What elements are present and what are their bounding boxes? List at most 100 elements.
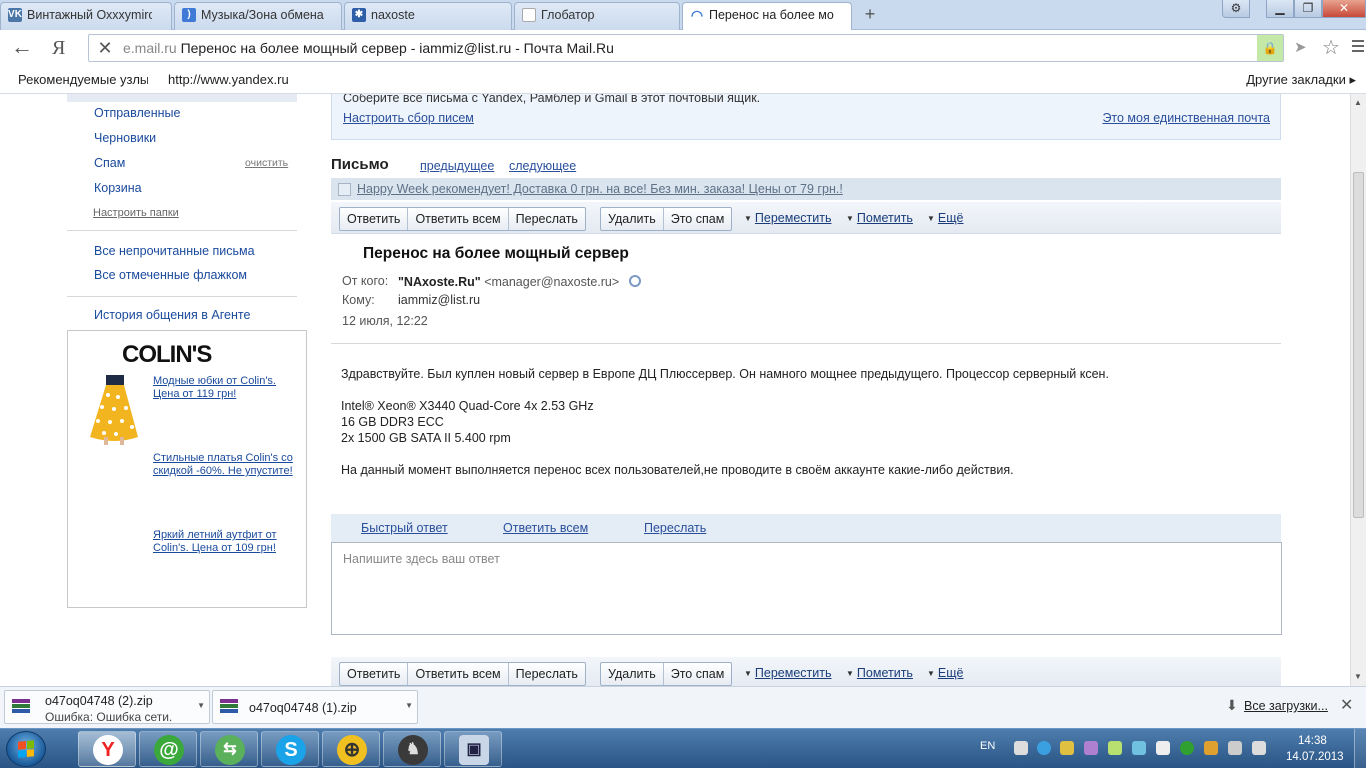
tray-app-icon[interactable] bbox=[1060, 741, 1074, 755]
browser-tab-active[interactable]: ◠ Перенос на более мо bbox=[682, 2, 852, 31]
setup-collector-link[interactable]: Настроить сбор писем bbox=[343, 111, 474, 125]
clean-spam-link[interactable]: очистить bbox=[245, 157, 288, 169]
tray-note-icon[interactable] bbox=[1108, 741, 1122, 755]
settings-gear-icon[interactable]: ⚙ bbox=[1222, 0, 1250, 18]
scroll-up-icon[interactable]: ▲ bbox=[1354, 98, 1362, 107]
bookmark-yandex[interactable]: http://www.yandex.ru bbox=[168, 72, 298, 87]
chevron-down-icon[interactable]: ▼ bbox=[197, 701, 205, 710]
scroll-thumb[interactable] bbox=[1353, 172, 1364, 518]
mark-dropdown[interactable]: ▼ Пометить bbox=[846, 666, 913, 680]
clock-time[interactable]: 14:38 bbox=[1298, 735, 1327, 747]
setup-folders-link[interactable]: Настроить папки bbox=[93, 207, 179, 219]
agent-history-link[interactable]: История общения в Агенте bbox=[94, 308, 250, 322]
reply-button[interactable]: Ответить bbox=[340, 208, 409, 230]
sidebar-item-trash[interactable]: Корзина bbox=[94, 181, 142, 195]
browser-tab-2[interactable]: ) Музыка/Зона обмена bbox=[174, 2, 342, 30]
tray-network-icon[interactable] bbox=[1228, 741, 1242, 755]
taskbar-yandex-browser[interactable]: Y bbox=[78, 731, 136, 767]
tab-strip: VK Винтажный Охххуmiro ) Музыка/Зона обм… bbox=[0, 0, 1366, 31]
taskbar-game[interactable]: ♞ bbox=[383, 731, 441, 767]
spam-button[interactable]: Это спам bbox=[664, 208, 732, 230]
maximize-button[interactable]: ❐ bbox=[1294, 0, 1322, 18]
language-indicator[interactable]: EN bbox=[980, 740, 995, 752]
tray-tool-icon[interactable] bbox=[1132, 741, 1146, 755]
browser-menu-icon[interactable] bbox=[1352, 40, 1364, 52]
taskbar-network-app[interactable]: ⇆ bbox=[200, 731, 258, 767]
sidebar-item-drafts[interactable]: Черновики bbox=[94, 131, 156, 145]
sidebar-item-sent[interactable]: Отправленные bbox=[94, 106, 180, 120]
stop-loading-icon[interactable]: ✕ bbox=[95, 37, 115, 59]
tray-sync-icon[interactable] bbox=[1204, 741, 1218, 755]
sidebar-item-spam[interactable]: Спам bbox=[94, 156, 125, 170]
reply-all-button[interactable]: Ответить всем bbox=[408, 663, 509, 685]
delete-button[interactable]: Удалить bbox=[601, 208, 664, 230]
more-dropdown[interactable]: ▼ Ещё bbox=[927, 666, 964, 680]
clock-date[interactable]: 14.07.2013 bbox=[1286, 751, 1344, 763]
new-tab-button[interactable]: + bbox=[860, 3, 880, 25]
sender-name[interactable]: "NAxoste.Ru" bbox=[398, 275, 481, 289]
move-dropdown[interactable]: ▼ Переместить bbox=[744, 211, 832, 225]
other-bookmarks[interactable]: Другие закладки ▸ bbox=[1246, 72, 1356, 88]
close-icon[interactable]: ✕ bbox=[1340, 695, 1353, 715]
tray-agent-icon[interactable] bbox=[1180, 741, 1194, 755]
minimize-button[interactable]: ▁ bbox=[1266, 0, 1294, 18]
ad-link-dresses[interactable]: Стильные платья Colin's со скидкой -60%.… bbox=[153, 452, 298, 478]
all-flagged-link[interactable]: Все отмеченные флажком bbox=[94, 268, 247, 282]
download-item[interactable]: o47oq04748 (2).zip Ошибка: Ошибка сети. … bbox=[4, 690, 210, 724]
page-scrollbar[interactable]: ▲ ▼ bbox=[1350, 94, 1366, 686]
taskbar-computer[interactable]: ▣ bbox=[444, 731, 502, 767]
bookmark-recommended[interactable]: Рекомендуемые узлы bbox=[18, 72, 148, 87]
tray-globe-icon[interactable] bbox=[1037, 741, 1051, 755]
all-unread-link[interactable]: Все непрочитанные письма bbox=[94, 244, 255, 258]
quick-reply-all-tab[interactable]: Ответить всем bbox=[503, 521, 588, 535]
ad-link-outfit[interactable]: Яркий летний аутфит от Colin's. Цена от … bbox=[153, 529, 298, 555]
close-window-button[interactable]: ✕ bbox=[1322, 0, 1366, 18]
forward-button[interactable]: Переслать bbox=[509, 208, 585, 230]
tray-volume-icon[interactable] bbox=[1252, 741, 1266, 755]
previous-letter-link[interactable]: предыдущее bbox=[420, 159, 494, 173]
scroll-down-icon[interactable]: ▼ bbox=[1354, 672, 1362, 681]
ad-brand-logo[interactable]: COLIN'S bbox=[122, 341, 212, 369]
tray-pen-icon[interactable] bbox=[1084, 741, 1098, 755]
taskbar-skype[interactable]: S bbox=[261, 731, 319, 767]
start-button[interactable] bbox=[6, 731, 46, 767]
lock-icon[interactable]: 🔒 bbox=[1257, 35, 1283, 61]
quick-reply-textarea[interactable]: Напишите здесь ваш ответ bbox=[331, 542, 1282, 635]
forward-button[interactable]: Переслать bbox=[509, 663, 585, 685]
send-arrow-icon[interactable]: ➤ bbox=[1294, 38, 1307, 56]
only-mail-link[interactable]: Это моя единственная почта bbox=[1102, 111, 1270, 125]
address-bar[interactable]: ✕ e.mail.ru Перенос на более мощный серв… bbox=[88, 34, 1284, 62]
promo-checkbox[interactable] bbox=[338, 183, 351, 196]
quick-forward-tab[interactable]: Переслать bbox=[644, 521, 706, 535]
more-dropdown[interactable]: ▼ Ещё bbox=[927, 211, 964, 225]
mark-dropdown[interactable]: ▼ Пометить bbox=[846, 211, 913, 225]
delete-button[interactable]: Удалить bbox=[601, 663, 664, 685]
all-downloads-link[interactable]: Все загрузки... bbox=[1244, 699, 1328, 713]
next-letter-link[interactable]: следующее bbox=[509, 159, 576, 173]
ad-skirt-image[interactable] bbox=[88, 375, 140, 445]
quick-reply-tab[interactable]: Быстрый ответ bbox=[361, 521, 448, 535]
show-desktop-button[interactable] bbox=[1354, 729, 1366, 768]
promo-link[interactable]: Happy Week рекомендует! Доставка 0 грн. … bbox=[357, 182, 843, 196]
reply-all-button[interactable]: Ответить всем bbox=[408, 208, 509, 230]
address-text[interactable]: e.mail.ru Перенос на более мощный сервер… bbox=[123, 40, 614, 56]
search-sender-icon[interactable] bbox=[628, 275, 641, 287]
reply-button-group: Ответить Ответить всем Переслать bbox=[339, 207, 586, 231]
download-item[interactable]: o47oq04748 (1).zip ▼ bbox=[212, 690, 418, 724]
tray-flag-icon[interactable] bbox=[1156, 741, 1170, 755]
tray-device-icon[interactable] bbox=[1014, 741, 1028, 755]
page-content: Отправленные Черновики Спам очистить Кор… bbox=[0, 94, 1350, 686]
yandex-button[interactable]: Я bbox=[52, 36, 72, 60]
browser-tab-4[interactable]: Глобатор bbox=[514, 2, 680, 30]
spam-button[interactable]: Это спам bbox=[664, 663, 732, 685]
move-dropdown[interactable]: ▼ Переместить bbox=[744, 666, 832, 680]
chevron-down-icon[interactable]: ▼ bbox=[405, 701, 413, 710]
browser-tab-1[interactable]: VK Винтажный Охххуmiro bbox=[0, 2, 172, 30]
ad-link-skirts[interactable]: Модные юбки от Colin's. Цена от 119 грн! bbox=[153, 375, 298, 401]
bookmark-star-icon[interactable]: ☆ bbox=[1322, 35, 1340, 60]
back-arrow-icon[interactable]: ← bbox=[10, 36, 34, 60]
taskbar-browser-globe[interactable]: ⊕ bbox=[322, 731, 380, 767]
reply-button[interactable]: Ответить bbox=[340, 663, 409, 685]
taskbar-mail-agent[interactable]: @ bbox=[139, 731, 197, 767]
browser-tab-3[interactable]: ✱ naxoste bbox=[344, 2, 512, 30]
